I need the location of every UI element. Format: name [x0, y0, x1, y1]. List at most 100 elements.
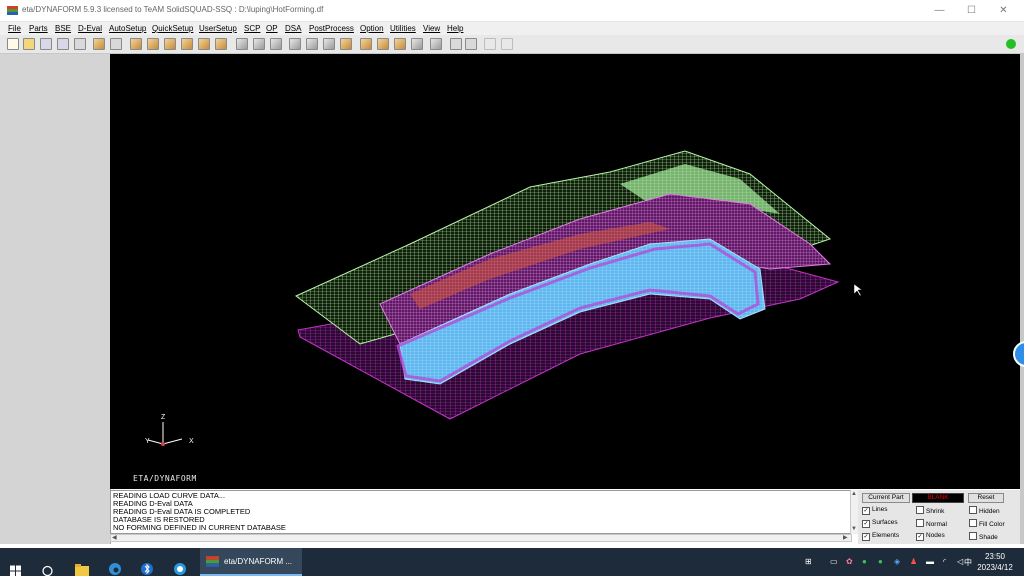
menu-view[interactable]: View	[423, 24, 440, 33]
shaded-edge-icon[interactable]	[394, 38, 406, 50]
checkbox-icon[interactable]	[916, 519, 924, 527]
save-as-icon[interactable]	[57, 38, 69, 50]
file-explorer-icon[interactable]	[75, 556, 89, 584]
current-part-button[interactable]: Current Part	[862, 493, 910, 503]
menu-d-eval[interactable]: D-Eval	[78, 24, 102, 33]
menu-quicksetup[interactable]: QuickSetup	[152, 24, 193, 33]
view-right-icon[interactable]	[215, 38, 227, 50]
checkbox-icon[interactable]	[916, 506, 924, 514]
menu-autosetup[interactable]: AutoSetup	[109, 24, 146, 33]
option-elements[interactable]: ✓ Elements	[862, 532, 899, 541]
line-icon[interactable]	[465, 38, 477, 50]
tray-person-icon[interactable]: ♟	[910, 557, 917, 566]
taskbar-clock[interactable]: 23:50 2023/4/12	[972, 551, 1018, 573]
redo-icon[interactable]	[501, 38, 513, 50]
battery-icon[interactable]: ▬	[926, 557, 934, 566]
tray-app-icon[interactable]: ●	[862, 557, 867, 566]
menu-bar: File Parts BSE D-Eval AutoSetup QuickSet…	[0, 22, 1024, 35]
checkbox-checked-icon[interactable]: ✓	[862, 507, 870, 515]
menu-postprocess[interactable]: PostProcess	[309, 24, 354, 33]
clear-highlight-icon[interactable]	[430, 38, 442, 50]
menu-file[interactable]: File	[8, 24, 21, 33]
menu-utilities[interactable]: Utilities	[390, 24, 416, 33]
menu-op[interactable]: OP	[266, 24, 278, 33]
axis-y-label: Y	[145, 438, 150, 445]
current-part-value: BLANK	[912, 493, 964, 503]
hidden-line-icon[interactable]	[377, 38, 389, 50]
windows-start-icon[interactable]	[10, 557, 21, 585]
wifi-icon[interactable]: ◜	[943, 557, 946, 566]
security-shield-icon[interactable]: ◈	[894, 557, 900, 566]
part-color-icon[interactable]	[93, 38, 105, 50]
option-shade[interactable]: Shade	[969, 532, 998, 541]
shade-icon[interactable]	[340, 38, 352, 50]
checkbox-checked-icon[interactable]: ✓	[862, 533, 870, 541]
close-button[interactable]: ✕	[988, 0, 1019, 21]
new-file-icon[interactable]	[7, 38, 19, 50]
option-shrink[interactable]: Shrink	[916, 506, 944, 515]
input-grid-icon[interactable]: ⊞	[805, 557, 812, 566]
reset-button[interactable]: Reset	[968, 493, 1004, 503]
checkbox-icon[interactable]	[969, 506, 977, 514]
option-surfaces[interactable]: ✓ Surfaces	[862, 519, 898, 528]
print-icon[interactable]	[74, 38, 86, 50]
option-lines[interactable]: ✓ Lines	[862, 506, 888, 515]
measure-icon[interactable]	[323, 38, 335, 50]
windows-taskbar: eta/DYNAFORM ... ⊞ ▭ ✿ ● ● ◈ ♟ ▬ ◜ ◁ 中 2…	[0, 548, 1024, 577]
view-iso-icon[interactable]	[130, 38, 142, 50]
view-front-icon[interactable]	[164, 38, 176, 50]
scroll-right-icon[interactable]: ▶	[843, 534, 848, 541]
wechat-icon[interactable]: ●	[878, 557, 883, 566]
pan-icon[interactable]	[253, 38, 265, 50]
undo-icon[interactable]	[484, 38, 496, 50]
tray-window-icon[interactable]: ▭	[830, 557, 838, 566]
checkbox-checked-icon[interactable]: ✓	[916, 533, 924, 541]
edge-browser-icon[interactable]	[108, 555, 122, 583]
part-mesh-model	[147, 150, 863, 446]
taskbar-dynaform-app[interactable]: eta/DYNAFORM ...	[200, 548, 302, 576]
eraser-icon[interactable]	[450, 38, 462, 50]
maximize-button[interactable]: ☐	[956, 0, 987, 21]
save-icon[interactable]	[40, 38, 52, 50]
tray-flower-icon[interactable]: ✿	[846, 557, 853, 566]
bluetooth-app-icon[interactable]	[140, 555, 154, 583]
menu-dsa[interactable]: DSA	[285, 24, 301, 33]
message-log[interactable]: READING LOAD CURVE DATA... READING D-Eva…	[110, 490, 852, 534]
view-top-icon[interactable]	[147, 38, 159, 50]
option-hidden[interactable]: Hidden	[969, 506, 1000, 515]
taskbar-app-label: eta/DYNAFORM ...	[224, 557, 293, 566]
view-side-icon[interactable]	[181, 38, 193, 50]
open-folder-icon[interactable]	[23, 38, 35, 50]
option-fill-color[interactable]: Fill Color	[969, 519, 1005, 528]
scroll-up-icon[interactable]: ▲	[851, 491, 857, 497]
view-left-icon[interactable]	[198, 38, 210, 50]
option-normal[interactable]: Normal	[916, 519, 947, 528]
undo-display-icon[interactable]	[110, 38, 122, 50]
fit-icon[interactable]	[306, 38, 318, 50]
scroll-down-icon[interactable]: ▼	[851, 526, 857, 532]
message-horizontal-scrollbar[interactable]: ◀ ▶	[110, 534, 852, 542]
rotate-icon[interactable]	[236, 38, 248, 50]
volume-icon[interactable]: ◁	[957, 557, 963, 566]
menu-bse[interactable]: BSE	[55, 24, 71, 33]
graphics-viewport[interactable]: Z X Y ETA/DYNAFORM	[110, 54, 1020, 489]
search-circle-icon[interactable]	[42, 557, 53, 585]
qq-browser-icon[interactable]	[173, 555, 187, 583]
menu-option[interactable]: Option	[360, 24, 384, 33]
option-nodes[interactable]: ✓ Nodes	[916, 532, 945, 541]
minimize-button[interactable]: —	[924, 0, 955, 21]
checkbox-icon[interactable]	[969, 519, 977, 527]
mouse-cursor-icon	[853, 283, 863, 297]
scroll-left-icon[interactable]: ◀	[112, 534, 117, 541]
zoom-window-icon[interactable]	[289, 38, 301, 50]
wire-icon[interactable]	[360, 38, 372, 50]
menu-help[interactable]: Help	[447, 24, 463, 33]
menu-usersetup[interactable]: UserSetup	[199, 24, 237, 33]
checkbox-checked-icon[interactable]: ✓	[862, 520, 870, 528]
ime-indicator[interactable]: 中	[964, 557, 972, 568]
zoom-icon[interactable]	[270, 38, 282, 50]
mesh-display-icon[interactable]	[411, 38, 423, 50]
menu-parts[interactable]: Parts	[29, 24, 48, 33]
checkbox-icon[interactable]	[969, 532, 977, 540]
menu-scp[interactable]: SCP	[244, 24, 260, 33]
